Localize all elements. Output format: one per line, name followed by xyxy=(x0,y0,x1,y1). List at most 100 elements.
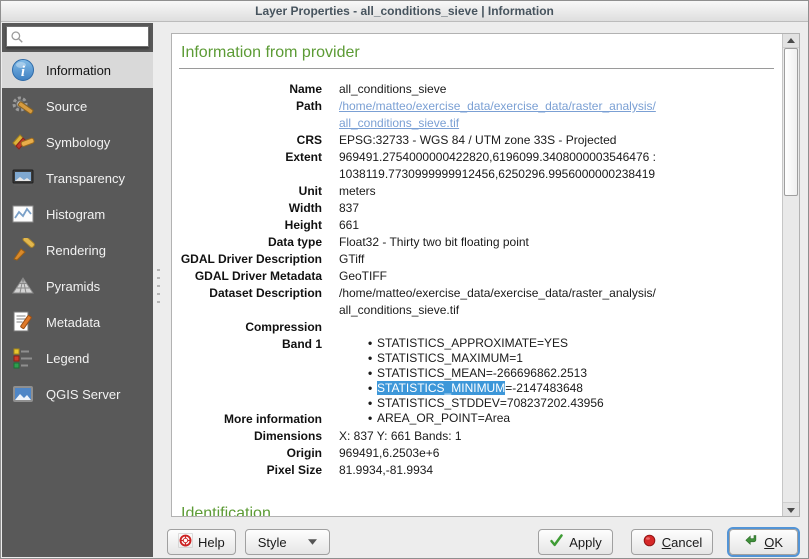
legend-icon xyxy=(11,346,35,370)
apply-button-label: Apply xyxy=(569,535,602,550)
info-row-value: X: 837 Y: 661 Bands: 1 xyxy=(339,428,774,445)
arrow-up-icon xyxy=(787,38,795,43)
source-icon xyxy=(11,94,35,118)
info-row-label: Name xyxy=(179,81,339,98)
info-row-value: 969491,6.2503e+6 xyxy=(339,445,774,462)
sidebar-item-legend[interactable]: Legend xyxy=(2,340,153,376)
pyramids-icon xyxy=(11,274,35,298)
scrollbar-up-button[interactable] xyxy=(783,34,799,48)
ok-return-arrow-icon xyxy=(744,533,759,551)
info-row: Path/home/matteo/exercise_data/exercise_… xyxy=(179,98,774,132)
sidebar-item-rendering[interactable]: Rendering xyxy=(2,232,153,268)
sidebar-item-label: QGIS Server xyxy=(46,387,120,402)
sidebar-item-qgis-server[interactable]: QGIS Server xyxy=(2,376,153,412)
info-row: Pixel Size81.9934,-81.9934 xyxy=(179,462,774,479)
cancel-button[interactable]: Cancel xyxy=(631,529,713,555)
sidebar-item-metadata[interactable]: Metadata xyxy=(2,304,153,340)
info-row: CRSEPSG:32733 - WGS 84 / UTM zone 33S - … xyxy=(179,132,774,149)
info-row-value: GTiff xyxy=(339,251,774,268)
file-path-link[interactable]: /home/matteo/exercise_data/exercise_data… xyxy=(339,99,656,130)
info-row: Unitmeters xyxy=(179,183,774,200)
dialog-title: Layer Properties - all_conditions_sieve … xyxy=(255,4,554,18)
identification-section-title: Identification xyxy=(181,505,774,516)
info-row-label: Unit xyxy=(179,183,339,200)
info-row-label: GDAL Driver Metadata xyxy=(179,268,339,285)
sidebar-item-information[interactable]: iInformation xyxy=(2,52,153,88)
info-row: Origin969491,6.2503e+6 xyxy=(179,445,774,462)
info-row-value: 661 xyxy=(339,217,774,234)
info-row-label: Path xyxy=(179,98,339,132)
chevron-down-icon xyxy=(308,539,317,545)
info-row-label: Data type xyxy=(179,234,339,251)
info-row-value: STATISTICS_APPROXIMATE=YESSTATISTICS_MAX… xyxy=(339,336,774,411)
metadata-bullet-list: AREA_OR_POINT=Area xyxy=(339,411,774,426)
symbology-icon xyxy=(11,130,35,154)
metadata-icon xyxy=(11,310,35,334)
metadata-bullet-item: STATISTICS_MAXIMUM=1 xyxy=(368,351,774,366)
sidebar-item-symbology[interactable]: Symbology xyxy=(2,124,153,160)
sidebar-item-pyramids[interactable]: Pyramids xyxy=(2,268,153,304)
info-row-value: 837 xyxy=(339,200,774,217)
content-panel: Information from provider Nameall_condit… xyxy=(171,33,800,517)
histogram-icon xyxy=(11,202,35,226)
sidebar-item-histogram[interactable]: Histogram xyxy=(2,196,153,232)
dialog-titlebar[interactable]: Layer Properties - all_conditions_sieve … xyxy=(1,1,808,22)
check-icon xyxy=(549,533,564,551)
sidebar-item-label: Symbology xyxy=(46,135,110,150)
sidebar-nav: iInformation Source Symbology Transparency H… xyxy=(2,52,153,412)
search-icon xyxy=(10,30,24,44)
provider-section-title: Information from provider xyxy=(181,44,774,62)
info-row-label: CRS xyxy=(179,132,339,149)
sidebar-item-label: Source xyxy=(46,99,87,114)
help-button-label: Help xyxy=(198,535,225,550)
info-row-value: /home/matteo/exercise_data/exercise_data… xyxy=(339,285,774,319)
sidebar-search xyxy=(6,26,149,47)
metadata-bullet-item: AREA_OR_POINT=Area xyxy=(368,411,774,426)
info-row: More information AREA_OR_POINT=Area xyxy=(179,411,774,428)
sidebar-item-transparency[interactable]: Transparency xyxy=(2,160,153,196)
sidebar-item-source[interactable]: Source xyxy=(2,88,153,124)
ok-button-label: OK xyxy=(764,535,783,550)
dialog-button-box: Help Style Apply Cancel OK xyxy=(167,529,798,555)
info-row-value: meters xyxy=(339,183,774,200)
info-row-label: Width xyxy=(179,200,339,217)
style-button-label: Style xyxy=(258,535,287,550)
info-row-label: Pixel Size xyxy=(179,462,339,479)
sidebar-item-label: Metadata xyxy=(46,315,100,330)
info-row-value: GeoTIFF xyxy=(339,268,774,285)
info-row-label: Extent xyxy=(179,149,339,183)
info-row-value: all_conditions_sieve xyxy=(339,81,774,98)
sidebar: iInformation Source Symbology Transparency H… xyxy=(2,23,153,557)
info-row-value xyxy=(339,319,774,336)
sidebar-item-label: Information xyxy=(46,63,111,78)
info-row: Extent969491.2754000000422820,6196099.34… xyxy=(179,149,774,183)
search-input[interactable] xyxy=(27,28,146,45)
cancel-button-label: Cancel xyxy=(662,535,702,550)
ok-button[interactable]: OK xyxy=(729,529,798,555)
info-row-value: /home/matteo/exercise_data/exercise_data… xyxy=(339,98,774,132)
scrollbar-thumb[interactable] xyxy=(784,48,798,196)
metadata-bullet-item: STATISTICS_MEAN=-266696862.2513 xyxy=(368,366,774,381)
info-row: Height661 xyxy=(179,217,774,234)
info-row-value: 969491.2754000000422820,6196099.34080000… xyxy=(339,149,774,183)
vertical-scrollbar[interactable] xyxy=(782,34,799,516)
sidebar-item-label: Legend xyxy=(46,351,89,366)
metadata-bullet-item: STATISTICS_STDDEV=708237202.43956 xyxy=(368,396,774,411)
style-button[interactable]: Style xyxy=(245,529,330,555)
help-button[interactable]: Help xyxy=(167,529,236,555)
splitter-grip[interactable] xyxy=(157,269,160,303)
layer-properties-dialog: Layer Properties - all_conditions_sieve … xyxy=(0,0,809,559)
info-row: GDAL Driver DescriptionGTiff xyxy=(179,251,774,268)
sidebar-item-label: Transparency xyxy=(46,171,125,186)
sidebar-item-label: Pyramids xyxy=(46,279,100,294)
metadata-bullet-item: STATISTICS_MINIMUM=-2147483648 xyxy=(368,381,774,396)
apply-button[interactable]: Apply xyxy=(538,529,613,555)
cancel-red-circle-icon xyxy=(642,533,657,551)
sidebar-item-label: Rendering xyxy=(46,243,106,258)
selected-text-highlight: STATISTICS_MINIMUM xyxy=(377,381,505,395)
info-row-label: Band 1 xyxy=(179,336,339,411)
info-row-label: Height xyxy=(179,217,339,234)
scrollbar-down-button[interactable] xyxy=(783,502,799,516)
info-row-label: More information xyxy=(179,411,339,428)
info-row-label: GDAL Driver Description xyxy=(179,251,339,268)
